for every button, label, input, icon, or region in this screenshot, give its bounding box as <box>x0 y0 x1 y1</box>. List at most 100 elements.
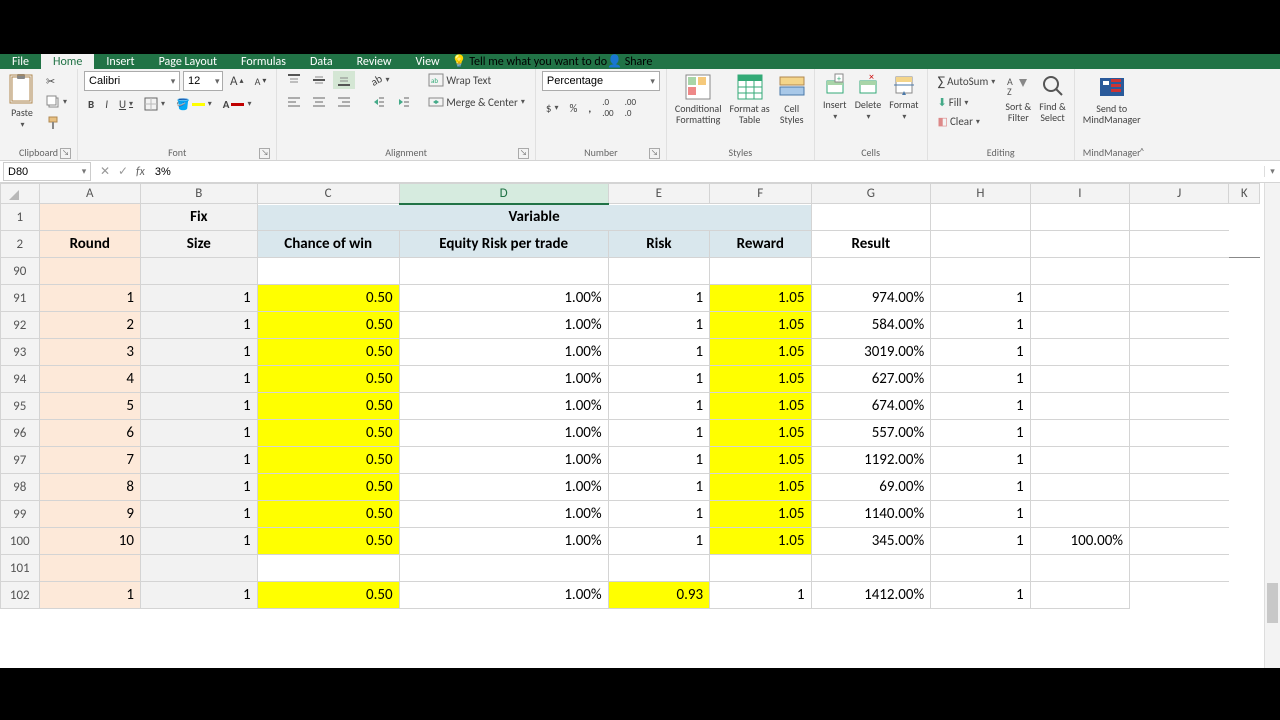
delete-cells-button[interactable]: × Delete▾ <box>853 71 884 124</box>
cell[interactable]: 0.50 <box>257 501 399 528</box>
share-button[interactable]: 👤 Share <box>607 54 652 69</box>
format-cells-button[interactable]: Format▾ <box>887 71 920 124</box>
paste-button[interactable]: Paste ▾ <box>6 71 38 132</box>
tab-view[interactable]: View <box>404 54 452 69</box>
align-left-button[interactable] <box>283 93 305 111</box>
cell[interactable]: 674.00% <box>811 393 931 420</box>
cell[interactable] <box>1030 474 1129 501</box>
cell[interactable]: 627.00% <box>811 366 931 393</box>
cell[interactable]: 1 <box>608 285 709 312</box>
cell[interactable]: 0.50 <box>257 339 399 366</box>
decrease-font-button[interactable]: A▾ <box>251 73 271 90</box>
tab-home[interactable]: Home <box>41 54 94 69</box>
cell[interactable]: Chance of win <box>257 231 399 258</box>
tell-me-search[interactable]: 💡 Tell me what you want to do <box>452 54 608 69</box>
cell[interactable] <box>1229 339 1260 366</box>
align-right-button[interactable] <box>333 93 355 111</box>
cell[interactable]: 0.50 <box>257 285 399 312</box>
cell[interactable] <box>1030 258 1129 285</box>
cell[interactable]: 1 <box>140 474 257 501</box>
cell[interactable]: 0.50 <box>257 393 399 420</box>
enter-formula-icon[interactable]: ✓ <box>114 164 132 179</box>
chevron-down-icon[interactable]: ▾ <box>78 166 90 177</box>
cell[interactable]: 584.00% <box>811 312 931 339</box>
worksheet-grid[interactable]: A B C D E F G H I J K 1 Fix <box>0 183 1280 668</box>
cell[interactable]: Reward <box>710 231 811 258</box>
cell[interactable]: 0.50 <box>257 582 399 609</box>
row-header[interactable]: 91 <box>1 285 40 312</box>
cell[interactable] <box>1130 204 1229 231</box>
cell[interactable] <box>1030 285 1129 312</box>
cell[interactable]: 1.05 <box>710 420 811 447</box>
cell[interactable]: 1 <box>39 285 140 312</box>
row-header[interactable]: 97 <box>1 447 40 474</box>
decrease-indent-button[interactable] <box>367 93 389 111</box>
cell[interactable]: 1 <box>608 528 709 555</box>
cell[interactable] <box>39 555 140 582</box>
cell[interactable]: 1 <box>140 528 257 555</box>
cell[interactable] <box>257 555 399 582</box>
accounting-format-button[interactable]: $▾ <box>542 100 563 117</box>
col-header-D[interactable]: D <box>399 184 608 204</box>
cell[interactable]: 974.00% <box>811 285 931 312</box>
cell[interactable] <box>1030 447 1129 474</box>
col-header-I[interactable]: I <box>1030 184 1129 204</box>
cell[interactable]: 8 <box>39 474 140 501</box>
cell[interactable] <box>1229 231 1260 258</box>
cell[interactable]: Equity Risk per trade <box>399 231 608 258</box>
col-header-A[interactable]: A <box>39 184 140 204</box>
cell[interactable]: 1.05 <box>710 339 811 366</box>
cell[interactable]: 1140.00% <box>811 501 931 528</box>
row-header[interactable]: 100 <box>1 528 40 555</box>
cell[interactable]: 1 <box>931 312 1030 339</box>
row-header[interactable]: 102 <box>1 582 40 609</box>
cell[interactable]: 1 <box>608 312 709 339</box>
cell[interactable]: 3019.00% <box>811 339 931 366</box>
cell[interactable] <box>1030 231 1129 258</box>
scrollbar-thumb[interactable] <box>1267 583 1278 623</box>
cell[interactable] <box>1229 474 1260 501</box>
cell[interactable]: 1.05 <box>710 312 811 339</box>
cell[interactable]: 4 <box>39 366 140 393</box>
cell[interactable]: 7 <box>39 447 140 474</box>
copy-button[interactable]: ▾ <box>42 93 71 111</box>
tab-data[interactable]: Data <box>298 54 345 69</box>
cell[interactable]: Round <box>39 231 140 258</box>
fill-button[interactable]: ⬇Fill▾ <box>934 94 1000 111</box>
row-header[interactable]: 99 <box>1 501 40 528</box>
cell[interactable]: 1 <box>608 420 709 447</box>
row-header[interactable]: 95 <box>1 393 40 420</box>
name-box[interactable]: ▾ <box>3 162 91 181</box>
increase-decimal-button[interactable]: .0.00 <box>598 95 617 121</box>
col-header-K[interactable]: K <box>1229 184 1260 204</box>
number-format-input[interactable] <box>543 75 647 87</box>
cell[interactable] <box>39 204 140 231</box>
cell[interactable]: 1 <box>39 582 140 609</box>
align-middle-button[interactable] <box>308 71 330 89</box>
col-header-C[interactable]: C <box>257 184 399 204</box>
cell[interactable]: 9 <box>39 501 140 528</box>
bold-button[interactable]: B <box>84 96 98 113</box>
cell[interactable] <box>1030 420 1129 447</box>
tab-formulas[interactable]: Formulas <box>229 54 298 69</box>
cell[interactable]: 3 <box>39 339 140 366</box>
cell[interactable]: 1 <box>931 285 1030 312</box>
dialog-launcher-icon[interactable]: ↘ <box>518 148 529 159</box>
cell[interactable] <box>1229 420 1260 447</box>
cell[interactable] <box>1130 528 1229 555</box>
font-size-combo[interactable]: ▾ <box>183 71 223 91</box>
cell[interactable]: 1 <box>140 285 257 312</box>
cell[interactable]: 1 <box>931 501 1030 528</box>
cell[interactable]: 2 <box>39 312 140 339</box>
underline-button[interactable]: U▾ <box>115 96 137 113</box>
find-select-button[interactable]: Find & Select <box>1037 71 1067 125</box>
cell[interactable]: 1.00% <box>399 393 608 420</box>
cell[interactable]: 5 <box>39 393 140 420</box>
chevron-down-icon[interactable]: ▾ <box>647 76 659 87</box>
cell[interactable]: 1 <box>608 501 709 528</box>
cell[interactable] <box>931 231 1030 258</box>
cell[interactable]: Size <box>140 231 257 258</box>
cell[interactable] <box>1229 447 1260 474</box>
cell[interactable] <box>1030 582 1129 609</box>
cell[interactable]: 1.05 <box>710 474 811 501</box>
